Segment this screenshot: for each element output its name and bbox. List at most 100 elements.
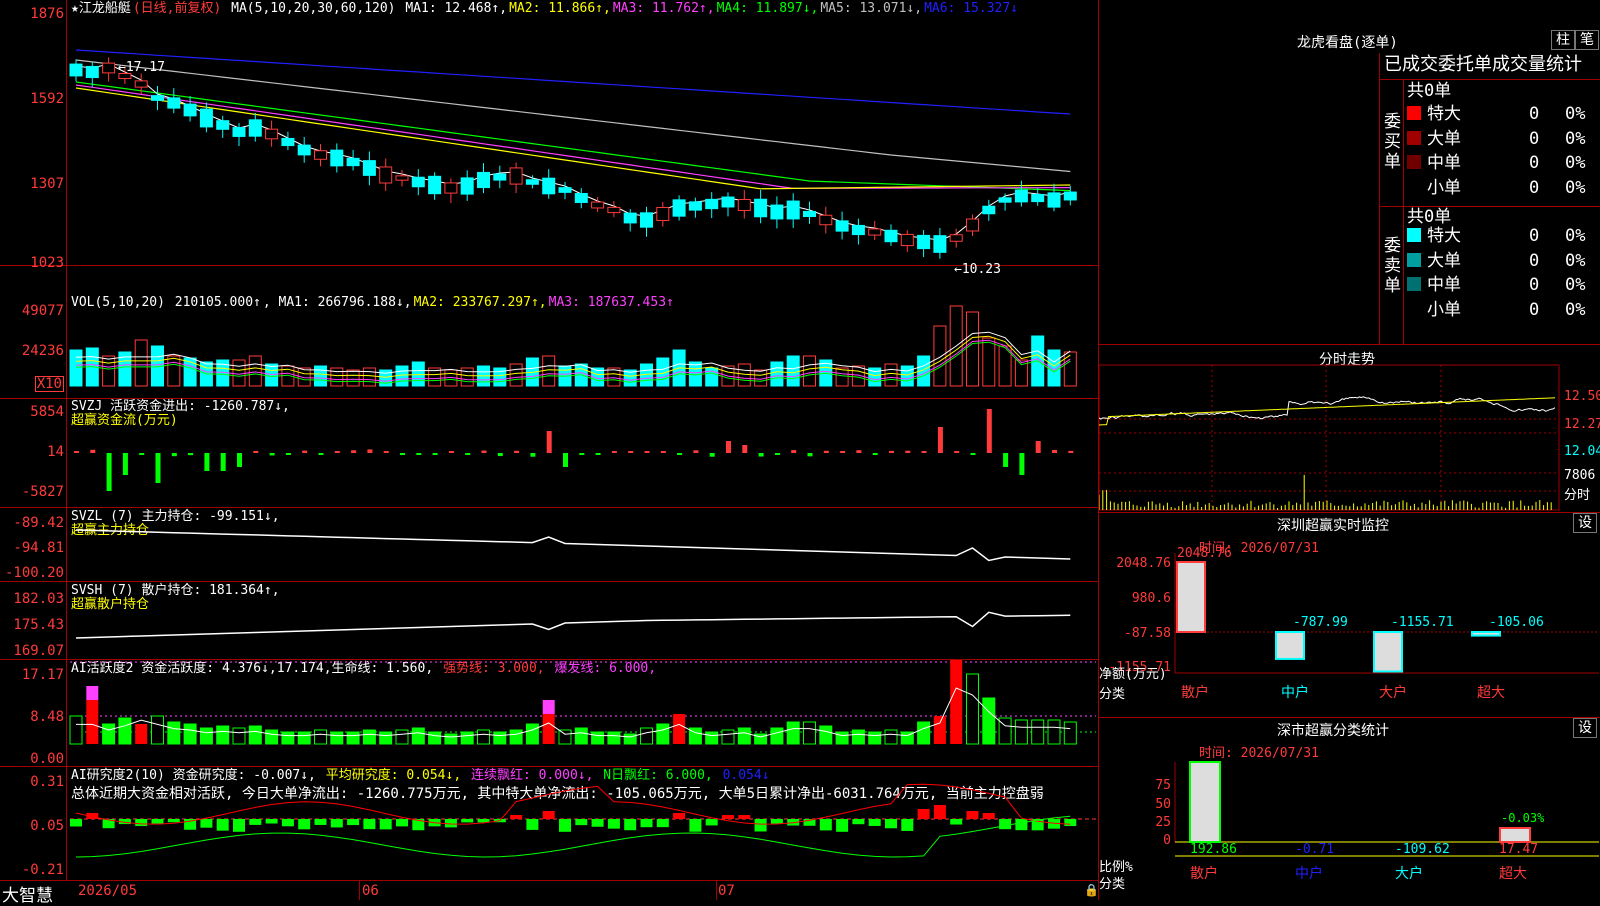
- activity-bar: [281, 731, 295, 745]
- sz-monitor-panel[interactable]: 深圳超赢实时监控 设 时间: 2026/07/31 2048.76 980.6 -8…: [1099, 513, 1600, 717]
- flow-bar: [497, 453, 503, 457]
- retail-holding-chart[interactable]: [0, 582, 1098, 659]
- svsh-panel[interactable]: 182.03 175.43 169.07 SVSH (7) 散户持仓: 181.…: [0, 582, 1098, 660]
- tick-view-button[interactable]: 笔: [1575, 30, 1599, 50]
- order-pct: 0%: [1565, 226, 1586, 246]
- activity-bar: [444, 733, 458, 745]
- order-row: 特大 0 0%: [1407, 226, 1600, 246]
- order-count: 0: [1529, 153, 1540, 173]
- activity-bar: [1063, 721, 1077, 745]
- volume-panel[interactable]: 49077 24236 X10 VOL(5,10,20) 210105.000↑…: [0, 266, 1098, 399]
- color-swatch: [1407, 179, 1421, 194]
- candle: [199, 108, 213, 128]
- activity-bar: [803, 721, 816, 745]
- sz-class-panel[interactable]: 深市超赢分类统计 设 时间: 2026/07/31 75 50 25 0 -0.03% 1…: [1099, 718, 1600, 900]
- main-holding-chart[interactable]: [0, 508, 1098, 581]
- ratio-pct: -0.03%: [1501, 811, 1545, 825]
- order-pct: 0%: [1565, 250, 1586, 271]
- flow-bar: [432, 453, 438, 455]
- candle: [69, 63, 83, 77]
- research-bar: [216, 819, 229, 831]
- avg-price-line: [1099, 397, 1556, 426]
- candle: [900, 233, 914, 247]
- volume-bar: [509, 363, 523, 387]
- holding-line: [75, 529, 1071, 562]
- research-bar: [461, 819, 474, 823]
- activity-bar: [542, 700, 555, 714]
- net-bar: [1471, 631, 1501, 637]
- activity-bar: [477, 729, 490, 745]
- research-bar: [363, 819, 376, 830]
- svzl-panel[interactable]: -89.42 -94.81 -100.20 SVZL (7) 主力持仓: -99…: [0, 508, 1098, 582]
- ai-activity-chart[interactable]: [0, 660, 1098, 766]
- order-row: 中单 0 0%: [1407, 153, 1600, 173]
- order-count: 0: [1529, 226, 1540, 246]
- activity-bar: [819, 725, 833, 745]
- date-label: 07: [718, 883, 735, 899]
- candle: [574, 193, 588, 203]
- flow-bar: [644, 451, 650, 453]
- flow-bar: [1035, 441, 1041, 453]
- ai-research-panel[interactable]: 0.31 0.05 -0.21 AI研究度2(10) 资金研究度: -0.007…: [0, 767, 1098, 881]
- flow-bar: [709, 453, 715, 457]
- order-count: 0: [1529, 299, 1540, 320]
- research-bar: [575, 819, 588, 826]
- flow-bar: [253, 450, 259, 453]
- ratio-chart[interactable]: 75 50 25 0 -0.03% 192.86 散户 -0.71 中户 -109.62 大户 17.…: [1099, 718, 1600, 900]
- flow-bar: [237, 453, 242, 467]
- order-pct: 0%: [1565, 153, 1586, 173]
- volume-bar: [884, 363, 898, 387]
- research-bar: [722, 815, 734, 819]
- activity-bar: [770, 727, 784, 745]
- flow-bar: [970, 453, 976, 455]
- net-amount-chart[interactable]: 2048.76 980.6 -87.58 -1155.71 2048.76 散户 -787.…: [1099, 513, 1600, 717]
- candlestick-chart[interactable]: [0, 0, 1098, 265]
- flow-bar: [595, 453, 601, 455]
- volume-bar: [411, 361, 425, 387]
- price-panel[interactable]: 1876 1592 1307 1023 ★江龙船艇 (日线,前复权) MA(5,1…: [0, 0, 1098, 277]
- research-bar: [885, 819, 897, 829]
- research-bar: [819, 819, 832, 831]
- research-bar: [233, 819, 245, 832]
- lock-icon[interactable]: 🔒: [1084, 883, 1099, 897]
- bar-value: 2048.76: [1177, 546, 1232, 561]
- activity-bar: [574, 727, 588, 745]
- capital-flow-chart[interactable]: [0, 399, 1098, 507]
- holding-line: [75, 611, 1071, 639]
- intraday-chart[interactable]: [1099, 345, 1600, 512]
- intraday-panel[interactable]: 分时走势 12.50 12.27 12.04 7806 分时: [1099, 345, 1600, 512]
- flow-bar: [400, 453, 405, 455]
- candle: [134, 80, 148, 88]
- activity-bar: [493, 731, 507, 745]
- net-bar: [1176, 561, 1206, 633]
- bar-view-button[interactable]: 柱: [1551, 30, 1575, 50]
- activity-bar: [737, 727, 751, 745]
- axis-label: 25: [1155, 815, 1171, 830]
- ai-research-chart[interactable]: [0, 767, 1098, 880]
- sell-total: 共0单: [1407, 207, 1452, 227]
- ai-activity-panel[interactable]: 17.17 8.48 0.00 AI活跃度2 资金活跃度: 4.376↓,17.…: [0, 660, 1098, 767]
- flow-bar: [1052, 449, 1057, 453]
- activity-bar: [69, 715, 83, 745]
- candle: [591, 201, 605, 209]
- activity-bar: [851, 729, 865, 745]
- candle: [982, 205, 996, 215]
- category-label: 散户: [1190, 865, 1218, 882]
- date-label: 06: [362, 883, 379, 899]
- bar-value: -1155.71: [1391, 615, 1454, 630]
- flow-bar: [660, 451, 666, 453]
- volume-chart[interactable]: [0, 266, 1098, 398]
- ratio-bar: [1499, 827, 1531, 843]
- volume-bar: [966, 311, 979, 387]
- activity-bar: [330, 731, 344, 745]
- cat-label: 分类: [1099, 687, 1126, 702]
- candle: [754, 198, 768, 218]
- svzj-panel[interactable]: 5854 14 -5827 SVZJ 活跃资金进出: -1260.787↓, 超…: [0, 399, 1098, 508]
- volume-bar: [1047, 349, 1061, 387]
- order-row: 特大 0 0%: [1407, 104, 1600, 124]
- activity-bar: [786, 721, 800, 745]
- brand-logo: 大智慧: [2, 886, 53, 906]
- candle: [167, 97, 181, 109]
- research-bar: [689, 819, 702, 832]
- activity-bar: [183, 723, 197, 745]
